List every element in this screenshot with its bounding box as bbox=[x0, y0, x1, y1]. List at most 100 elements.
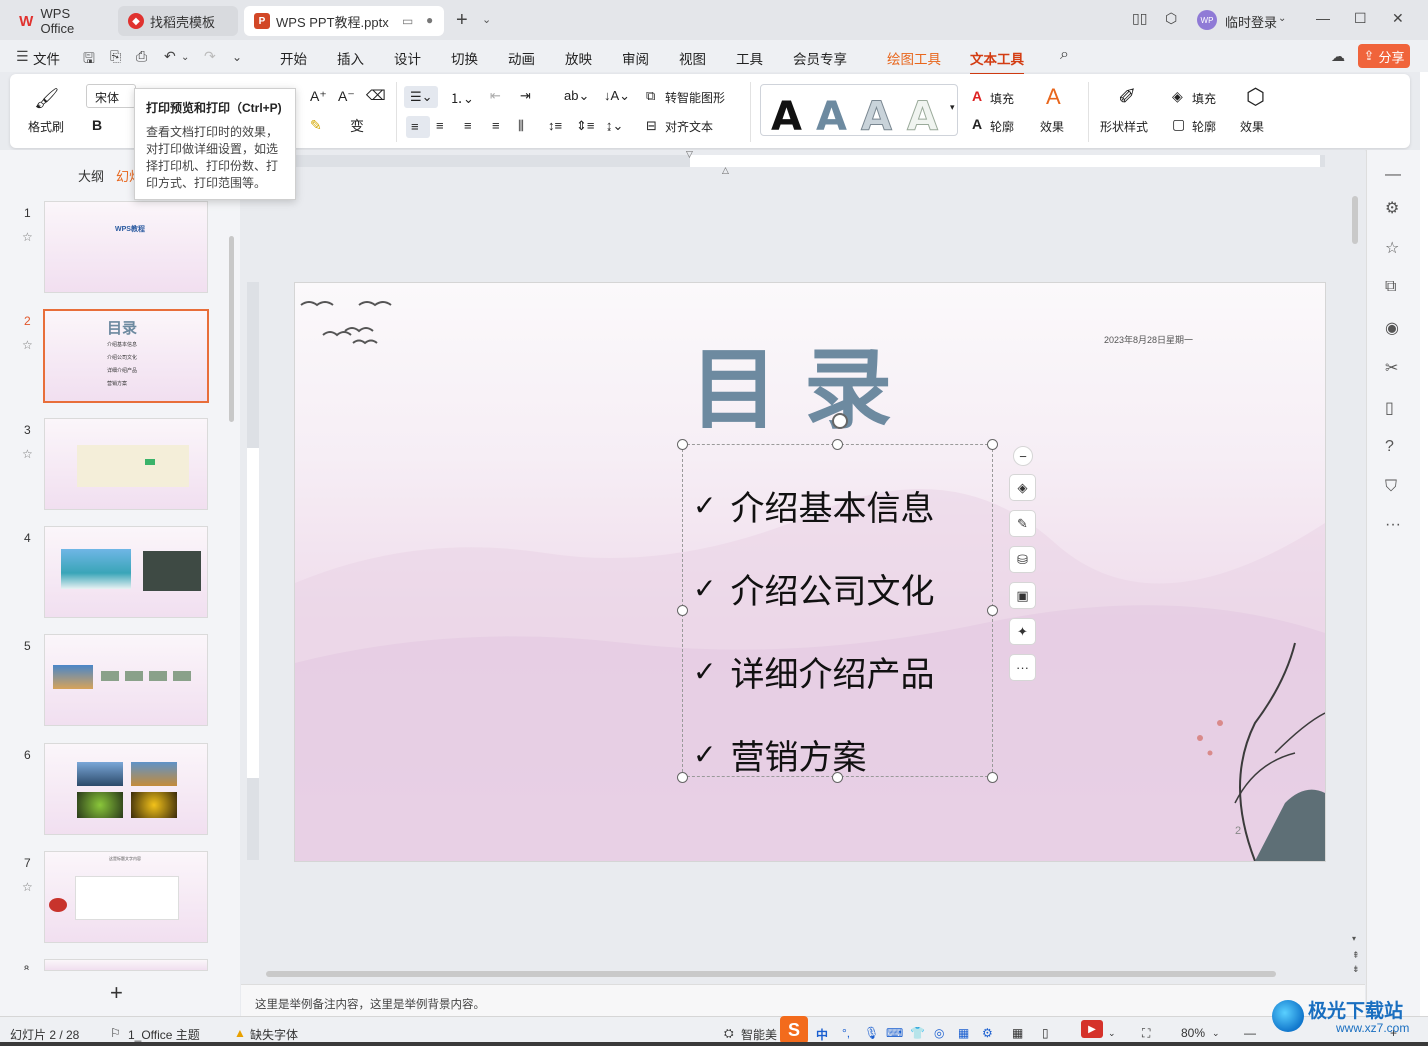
next-slide-icon[interactable]: ⇟ bbox=[1352, 964, 1360, 975]
columns-icon[interactable]: ⫼ bbox=[518, 118, 524, 134]
shape-fill-button[interactable]: 填充 bbox=[1192, 90, 1216, 107]
hamburger-icon[interactable]: ☰ bbox=[16, 48, 29, 65]
highlight-icon[interactable]: ✎ bbox=[310, 117, 322, 134]
unsaved-dot-icon[interactable]: ● bbox=[426, 13, 433, 27]
help-icon[interactable]: ? bbox=[1385, 438, 1394, 456]
skin-icon[interactable]: 👕 bbox=[910, 1026, 925, 1040]
export-icon[interactable]: ⎘ bbox=[110, 48, 121, 65]
indent-marker-icon[interactable]: ▽ bbox=[686, 149, 693, 160]
ime-language[interactable]: 中 bbox=[816, 1026, 828, 1043]
notes-text[interactable]: 这里是举例备注内容，这里是举例背景内容。 bbox=[255, 996, 485, 1012]
file-menu[interactable]: 文件 bbox=[33, 48, 60, 68]
collapse-icon[interactable]: − bbox=[1013, 446, 1033, 466]
vertical-scrollbar[interactable] bbox=[1352, 196, 1358, 244]
spacing-dropdown-icon[interactable]: ↨⌄ bbox=[606, 118, 623, 134]
bullet-item-2[interactable]: ✓ 介绍公司文化 bbox=[693, 564, 934, 613]
tab-wps-office[interactable]: W WPS Office bbox=[8, 6, 112, 36]
phonetic-icon[interactable]: 变 bbox=[350, 116, 364, 136]
layers-icon[interactable]: ◈ bbox=[1009, 474, 1036, 501]
resize-handle[interactable] bbox=[677, 772, 688, 783]
zoom-level[interactable]: 80% bbox=[1181, 1026, 1205, 1040]
minimize-icon[interactable]: — bbox=[1316, 10, 1330, 26]
paragraph-spacing-icon[interactable]: ⇕≡ bbox=[576, 118, 594, 134]
align-text-icon[interactable]: ⊟ bbox=[646, 118, 657, 134]
chevron-down-icon[interactable]: ⌄ bbox=[1212, 1028, 1220, 1039]
slide-title[interactable]: 目录 bbox=[690, 319, 918, 446]
menu-text-tools[interactable]: 文本工具 bbox=[970, 48, 1024, 75]
add-slide-button[interactable]: + bbox=[110, 980, 123, 1006]
horizontal-scrollbar[interactable] bbox=[266, 971, 1276, 977]
numbered-list-icon[interactable]: ⒈⌄ bbox=[450, 88, 474, 107]
more-icon[interactable]: ··· bbox=[1009, 654, 1036, 681]
eraser-icon[interactable]: ⌫ bbox=[366, 87, 386, 104]
star-icon[interactable]: ☆ bbox=[22, 230, 33, 244]
wordart-style-2[interactable]: A bbox=[816, 97, 847, 137]
star-icon[interactable]: ☆ bbox=[22, 447, 33, 461]
avatar[interactable]: WP bbox=[1197, 10, 1217, 30]
redo-icon[interactable]: ↷ bbox=[204, 48, 216, 65]
magic-wand-icon[interactable]: ✦ bbox=[1009, 618, 1036, 645]
brush-icon[interactable]: ✎ bbox=[1009, 510, 1036, 537]
cloud-icon[interactable]: ☁ bbox=[1331, 48, 1345, 65]
microphone-icon[interactable]: 🎙 bbox=[864, 1026, 879, 1040]
print-preview-icon[interactable]: ⎙ bbox=[136, 48, 147, 65]
text-outline-button[interactable]: 轮廓 bbox=[990, 118, 1014, 135]
collapse-sidebar-icon[interactable]: — bbox=[1385, 166, 1401, 184]
menu-slideshow[interactable]: 放映 bbox=[565, 48, 592, 68]
layout-icon[interactable]: ▯▯ bbox=[1132, 10, 1147, 27]
ime-punct-icon[interactable]: °, bbox=[842, 1026, 850, 1040]
search-icon[interactable]: ⌕ bbox=[1060, 46, 1069, 64]
undo-icon[interactable]: ↶ bbox=[164, 48, 176, 65]
menu-tools[interactable]: 工具 bbox=[736, 48, 763, 68]
sort-icon[interactable]: ↓A⌄ bbox=[604, 88, 630, 104]
smart-beautify-button[interactable]: 智能美 bbox=[741, 1026, 777, 1043]
notes-pane[interactable]: 这里是举例备注内容，这里是举例背景内容。 bbox=[241, 984, 1365, 1016]
align-text-button[interactable]: 对齐文本 bbox=[665, 118, 713, 135]
grid-view-icon[interactable]: ▦ bbox=[1012, 1026, 1023, 1040]
bullet-item-1[interactable]: ✓ 介绍基本信息 bbox=[693, 481, 934, 530]
text-effect-button[interactable]: 效果 bbox=[1040, 118, 1064, 135]
chevron-down-icon[interactable]: ⌄ bbox=[1108, 1028, 1116, 1039]
shirt-icon[interactable]: ⛉ bbox=[1385, 478, 1397, 496]
shape-effect-icon[interactable]: ⬡ bbox=[1246, 84, 1265, 110]
reading-view-icon[interactable]: ▯ bbox=[1042, 1026, 1049, 1040]
star-icon[interactable]: ☆ bbox=[1385, 238, 1399, 258]
slide-thumbnail-4[interactable] bbox=[44, 526, 208, 618]
menu-insert[interactable]: 插入 bbox=[337, 48, 364, 68]
slide-thumbnail-6[interactable] bbox=[44, 743, 208, 835]
eye-icon[interactable]: ◉ bbox=[1385, 318, 1399, 338]
tab-outline[interactable]: 大纲 bbox=[78, 166, 104, 185]
new-tab-button[interactable]: + bbox=[456, 9, 468, 32]
text-fill-button[interactable]: 填充 bbox=[990, 90, 1014, 107]
apps-icon[interactable]: ▦ bbox=[958, 1026, 969, 1040]
resize-handle[interactable] bbox=[677, 605, 688, 616]
indent-marker-icon[interactable]: △ bbox=[722, 165, 729, 176]
text-outline-icon[interactable]: A bbox=[972, 116, 982, 132]
chevron-down-icon[interactable]: ⌄ bbox=[482, 13, 491, 26]
justify-icon[interactable]: ≡ bbox=[492, 118, 500, 133]
resize-handle[interactable] bbox=[987, 439, 998, 450]
wordart-style-1[interactable]: A bbox=[771, 97, 802, 137]
menu-view[interactable]: 视图 bbox=[679, 48, 706, 68]
star-icon[interactable]: ☆ bbox=[22, 338, 33, 352]
bullet-list-button[interactable]: ☰⌄ bbox=[404, 86, 438, 108]
keyboard-icon[interactable]: ⌨ bbox=[886, 1026, 903, 1040]
play-slideshow-button[interactable]: ▶ bbox=[1081, 1020, 1103, 1038]
frame-icon[interactable]: ▣ bbox=[1009, 582, 1036, 609]
shape-fill-icon[interactable]: ◈ bbox=[1172, 88, 1183, 105]
smart-shape-icon[interactable]: ⧉ bbox=[646, 88, 655, 104]
adjust-icon[interactable]: ⚙ bbox=[1385, 198, 1399, 218]
prev-slide-icon[interactable]: ⇞ bbox=[1352, 950, 1360, 961]
maximize-icon[interactable]: ☐ bbox=[1354, 10, 1367, 27]
slide-canvas[interactable]: 目录 2023年8月28日星期一 ✓ 介绍基本信息 ✓ 介绍公司文化 ✓ 详细介绍产品… bbox=[295, 283, 1325, 861]
thumbnail-scrollbar[interactable] bbox=[229, 236, 234, 422]
star-icon[interactable]: ☆ bbox=[22, 880, 33, 894]
gallery-more-icon[interactable]: ▾ bbox=[950, 102, 955, 113]
slide-thumbnail-3[interactable] bbox=[44, 418, 208, 510]
chevron-down-icon[interactable]: ⌄ bbox=[232, 50, 242, 64]
resize-handle[interactable] bbox=[987, 772, 998, 783]
share-button[interactable]: ⇪ 分享 bbox=[1358, 44, 1410, 68]
cube-icon[interactable]: ⬡ bbox=[1165, 10, 1177, 27]
text-fill-icon[interactable]: A bbox=[972, 88, 982, 104]
format-painter-icon[interactable]: 🖌 bbox=[34, 86, 59, 111]
